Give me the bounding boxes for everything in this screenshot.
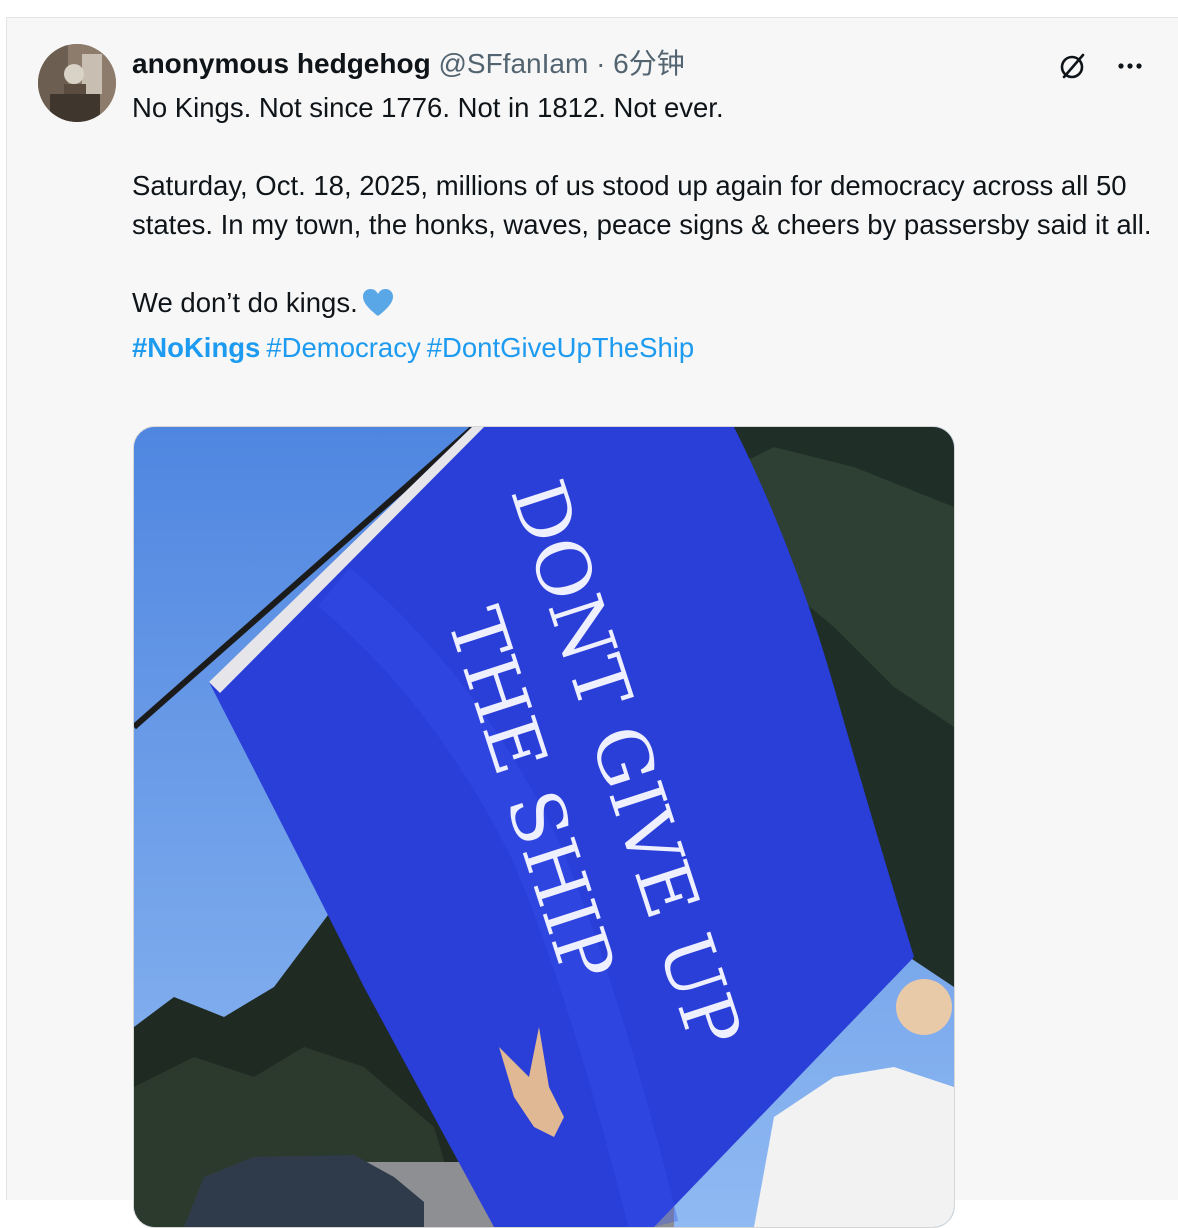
post-line-3: We don’t do kings. [132,283,1162,328]
post-card[interactable]: anonymous hedgehog @SFfanIam · 6分钟 No Ki… [6,17,1178,1228]
post-time[interactable]: 6分钟 [613,48,685,79]
post-text: No Kings. Not since 1776. Not in 1812. N… [132,88,1162,367]
flag-photo: DONT GIVE UP THE SHIP [134,427,954,1227]
hashtag-democracy[interactable]: #Democracy [266,332,420,363]
post-media-photo[interactable]: DONT GIVE UP THE SHIP [133,426,955,1228]
more-horizontal-icon [1118,63,1142,69]
hashtag-list: #NoKings #Democracy #DontGiveUpTheShip [132,328,1162,367]
post-line-1: No Kings. Not since 1776. Not in 1812. N… [132,92,724,123]
post-actions [1054,48,1148,84]
avatar-image [38,44,116,122]
post-header: anonymous hedgehog @SFfanIam · 6分钟 [132,46,685,82]
hashtag-nokings[interactable]: #NoKings [132,332,260,363]
hashtag-dontgiveuptheship[interactable]: #DontGiveUpTheShip [427,332,695,363]
author-name[interactable]: anonymous hedgehog [132,48,431,79]
author-handle[interactable]: @SFfanIam [438,48,588,79]
separator-dot: · [596,48,606,79]
more-button[interactable] [1112,48,1148,84]
post-paragraph-2: Saturday, Oct. 18, 2025, millions of us … [132,170,1152,240]
grok-button[interactable] [1054,48,1090,84]
post-line-3-text: We don’t do kings. [132,287,358,318]
avatar[interactable] [38,44,116,122]
grok-slash-circle-icon [1060,53,1085,79]
blue-heart-icon [362,288,394,328]
